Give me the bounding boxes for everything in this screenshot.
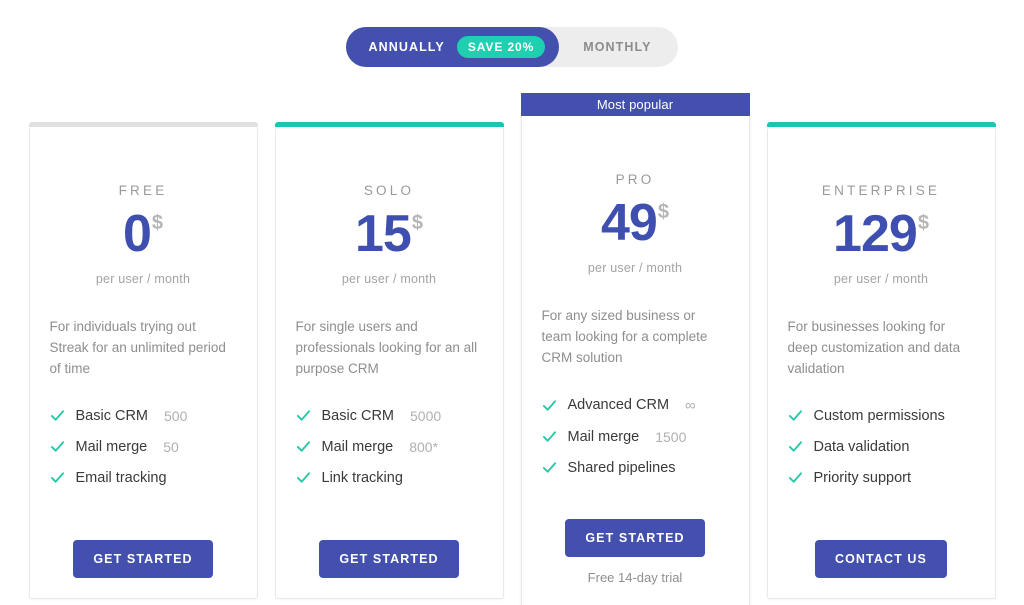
plan-description: For businesses looking for deep customiz… xyxy=(787,319,961,376)
pricing-cards-row: FREE 0$ per user / month For individuals… xyxy=(0,93,1024,605)
feature-label: Basic CRM xyxy=(321,407,395,424)
toggle-monthly-label: MONTHLY xyxy=(583,40,652,54)
check-icon xyxy=(296,410,310,421)
check-icon xyxy=(542,462,556,473)
feature-quantity: 1500 xyxy=(655,428,687,445)
plan-description: For any sized business or team looking f… xyxy=(541,308,708,365)
feature-label: Email tracking xyxy=(75,469,167,486)
plan-description: For individuals trying out Streak for an… xyxy=(49,319,226,376)
feature-quantity: 500 xyxy=(164,407,188,424)
feature-item: Mail merge 50 xyxy=(50,439,237,455)
price-currency-icon: $ xyxy=(657,201,669,223)
check-icon xyxy=(788,410,802,421)
feature-list: Basic CRM 500 Mail merge 50 Email tracki… xyxy=(48,408,239,501)
card-accent-bar xyxy=(274,122,504,127)
cta-area: GET STARTED Free 14-day trial xyxy=(540,519,731,585)
check-icon xyxy=(50,441,64,452)
check-icon xyxy=(788,472,802,483)
feature-item: Priority support xyxy=(788,470,975,486)
feature-label: Basic CRM xyxy=(75,407,149,424)
get-started-button[interactable]: GET STARTED xyxy=(319,540,459,578)
toggle-option-monthly[interactable]: MONTHLY xyxy=(559,27,677,67)
feature-item: Mail merge 800* xyxy=(296,439,483,455)
price-period: per user / month xyxy=(587,261,683,275)
feature-label: Data validation xyxy=(813,438,910,455)
feature-item: Basic CRM 500 xyxy=(50,408,237,424)
get-started-button[interactable]: GET STARTED xyxy=(73,540,213,578)
feature-item: Link tracking xyxy=(296,470,483,486)
cta-area: GET STARTED xyxy=(294,540,485,578)
price-amount: 49 xyxy=(601,194,658,252)
price-amount: 15 xyxy=(355,205,412,263)
feature-label: Advanced CRM xyxy=(567,397,670,414)
card-accent-bar xyxy=(766,122,996,127)
price-period: per user / month xyxy=(95,272,191,286)
feature-item: Shared pipelines xyxy=(542,460,729,476)
plan-price: 129$ xyxy=(786,208,977,260)
feature-label: Link tracking xyxy=(321,469,403,486)
plan-price: 0$ xyxy=(48,208,239,260)
billing-toggle-container: ANNUALLY SAVE 20% MONTHLY xyxy=(0,27,1024,67)
check-icon xyxy=(296,472,310,483)
pricing-card-enterprise[interactable]: ENTERPRISE 129$ per user / month For bus… xyxy=(766,122,996,599)
feature-list: Advanced CRM ∞ Mail merge 1500 Shared pi… xyxy=(540,397,731,491)
card-accent-bar xyxy=(28,122,258,127)
plan-name: FREE xyxy=(118,183,168,198)
price-period: per user / month xyxy=(833,272,929,286)
check-icon xyxy=(50,410,64,421)
plan-price: 49$ xyxy=(540,197,731,249)
price-amount: 129 xyxy=(833,205,918,263)
feature-quantity-infinity-icon: ∞ xyxy=(685,396,696,414)
feature-label: Mail merge xyxy=(321,438,394,455)
feature-label: Mail merge xyxy=(567,428,640,445)
feature-label: Mail merge xyxy=(75,438,148,455)
feature-item: Mail merge 1500 xyxy=(542,429,729,445)
plan-price: 15$ xyxy=(294,208,485,260)
plan-name: SOLO xyxy=(363,183,415,198)
cta-area: GET STARTED xyxy=(48,540,239,578)
free-trial-note: Free 14-day trial xyxy=(587,570,683,585)
feature-item: Email tracking xyxy=(50,470,237,486)
check-icon xyxy=(296,441,310,452)
feature-quantity: 5000 xyxy=(410,407,442,424)
get-started-button[interactable]: GET STARTED xyxy=(565,519,705,557)
price-currency-icon: $ xyxy=(411,212,423,234)
feature-item: Advanced CRM ∞ xyxy=(542,397,729,414)
feature-list: Basic CRM 5000 Mail merge 800* Link trac… xyxy=(294,408,485,501)
pricing-card-pro[interactable]: Most popular PRO 49$ per user / month Fo… xyxy=(520,93,750,605)
check-icon xyxy=(542,431,556,442)
feature-quantity: 50 xyxy=(163,438,179,455)
price-currency-icon: $ xyxy=(917,212,929,234)
check-icon xyxy=(542,400,556,411)
feature-list: Custom permissions Data validation Prior… xyxy=(786,408,977,501)
plan-description: For single users and professionals looki… xyxy=(295,319,478,376)
contact-us-button[interactable]: CONTACT US xyxy=(814,540,947,578)
feature-item: Data validation xyxy=(788,439,975,455)
feature-item: Basic CRM 5000 xyxy=(296,408,483,424)
feature-item: Custom permissions xyxy=(788,408,975,424)
feature-quantity: 800* xyxy=(409,438,439,455)
plan-name: PRO xyxy=(615,172,655,187)
plan-name: ENTERPRISE xyxy=(821,183,941,198)
cta-area: CONTACT US xyxy=(786,540,977,578)
check-icon xyxy=(50,472,64,483)
save-percent-badge: SAVE 20% xyxy=(456,36,546,58)
price-period: per user / month xyxy=(341,272,437,286)
feature-label: Shared pipelines xyxy=(567,459,676,476)
billing-period-toggle[interactable]: ANNUALLY SAVE 20% MONTHLY xyxy=(346,27,678,67)
feature-label: Custom permissions xyxy=(813,407,945,424)
most-popular-badge: Most popular xyxy=(520,93,750,116)
feature-label: Priority support xyxy=(813,469,912,486)
check-icon xyxy=(788,441,802,452)
toggle-option-annually[interactable]: ANNUALLY SAVE 20% xyxy=(346,27,560,67)
toggle-annually-label: ANNUALLY xyxy=(368,40,445,54)
pricing-card-free[interactable]: FREE 0$ per user / month For individuals… xyxy=(28,122,258,599)
pricing-card-solo[interactable]: SOLO 15$ per user / month For single use… xyxy=(274,122,504,599)
price-currency-icon: $ xyxy=(151,212,164,234)
price-amount: 0 xyxy=(122,205,152,263)
